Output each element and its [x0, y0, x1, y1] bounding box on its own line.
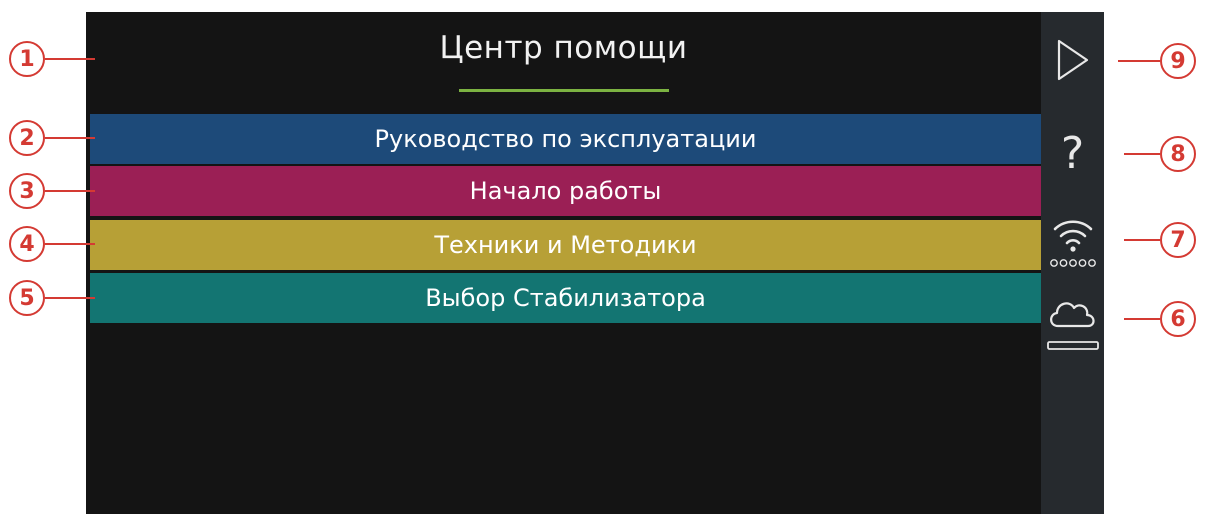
callout-3: 3 [9, 173, 45, 209]
callout-4: 4 [9, 226, 45, 262]
callout-leader [45, 190, 95, 192]
callout-2: 2 [9, 120, 45, 156]
menu-item-user-manual[interactable]: Руководство по эксплуатации [90, 114, 1041, 164]
cloud-icon [1046, 302, 1099, 350]
callout-5: 5 [9, 280, 45, 316]
callout-leader [45, 58, 95, 60]
callout-7: 7 [1160, 222, 1196, 258]
menu-item-stabilizer-guide[interactable]: Выбор Стабилизатора [90, 273, 1041, 323]
page-title: Центр помощи [439, 30, 688, 66]
callout-leader [1124, 318, 1160, 320]
play-icon [1057, 39, 1088, 81]
menu-item-getting-started[interactable]: Начало работы [90, 166, 1041, 216]
wifi-button[interactable] [1041, 212, 1104, 272]
cloud-button[interactable] [1041, 290, 1104, 354]
wifi-icon [1049, 220, 1096, 267]
title-underline [459, 89, 669, 92]
callout-9: 9 [1160, 43, 1196, 79]
callout-1: 1 [9, 41, 45, 77]
callout-leader [1118, 60, 1160, 62]
callout-leader [45, 297, 95, 299]
menu-item-techniques[interactable]: Техники и Методики [90, 220, 1041, 270]
callout-leader [45, 243, 95, 245]
callout-leader [1124, 153, 1160, 155]
callout-leader [45, 137, 95, 139]
callout-6: 6 [1160, 301, 1196, 337]
callout-8: 8 [1160, 136, 1196, 172]
play-button[interactable] [1041, 38, 1104, 88]
help-button[interactable]: ? [1041, 128, 1104, 180]
help-icon: ? [1060, 128, 1085, 179]
callout-leader [1124, 239, 1160, 241]
